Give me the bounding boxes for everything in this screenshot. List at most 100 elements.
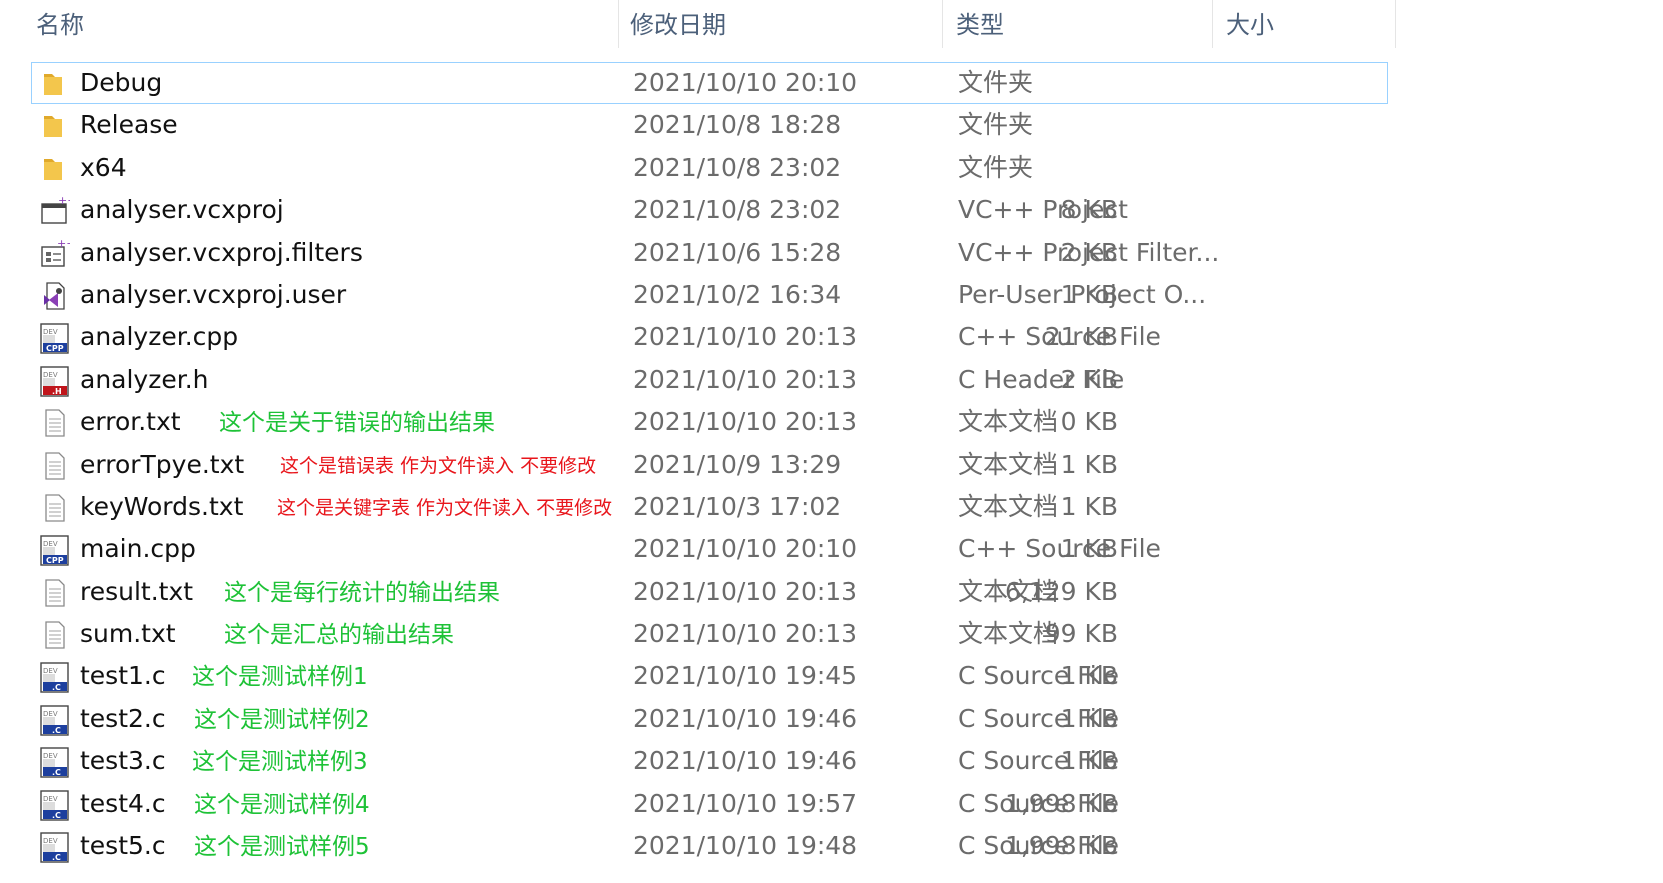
file-modified-date: 2021/10/2 16:34 xyxy=(633,279,842,309)
column-divider[interactable] xyxy=(1395,0,1396,48)
column-modified[interactable]: 修改日期 xyxy=(630,0,726,48)
file-modified-date: 2021/10/10 20:13 xyxy=(633,619,858,649)
file-name[interactable]: analyzer.cpp xyxy=(80,316,238,358)
file-name[interactable]: test4.c xyxy=(80,783,166,825)
svg-text:.C: .C xyxy=(52,768,61,777)
column-divider[interactable] xyxy=(942,0,943,48)
file-name[interactable]: analyser.vcxproj xyxy=(80,189,284,231)
file-row[interactable]: Debug 2021/10/10 20:10 文件夹 xyxy=(0,62,1400,104)
annotation-note: 这个是测试样例1 xyxy=(192,664,368,691)
c-file-icon: DEV .C xyxy=(40,662,70,694)
file-name[interactable]: error.txt xyxy=(80,401,181,443)
svg-text:++: ++ xyxy=(58,196,70,207)
cpp-file-icon: DEV CPP xyxy=(40,535,70,566)
column-type[interactable]: 类型 xyxy=(956,0,1004,48)
file-size: 2 KB xyxy=(1060,364,1118,394)
cpp-file-icon: DEV CPP xyxy=(40,323,70,355)
file-size: 1 KB xyxy=(1060,746,1118,776)
file-type: 文本文档 xyxy=(958,619,1059,649)
svg-text:.C: .C xyxy=(52,853,61,862)
file-row[interactable]: Release 2021/10/8 18:28 文件夹 xyxy=(0,104,1400,146)
file-name[interactable]: test2.c xyxy=(80,698,166,740)
file-modified-date: 2021/10/8 23:02 xyxy=(633,195,842,225)
annotation-note: 这个是汇总的输出结果 xyxy=(224,622,454,649)
file-name[interactable]: analyser.vcxproj.filters xyxy=(80,232,363,274)
file-modified-date: 2021/10/8 18:28 xyxy=(633,110,842,140)
file-list: Debug 2021/10/10 20:10 文件夹 Release 2021/10/8… xyxy=(0,62,1400,867)
svg-text:DEV: DEV xyxy=(43,371,58,379)
file-row[interactable]: error.txt 这个是关于错误的输出结果 2021/10/10 20:13 文本文… xyxy=(0,401,1400,443)
file-row[interactable]: x64 2021/10/8 23:02 文件夹 xyxy=(0,147,1400,189)
svg-text:.C: .C xyxy=(52,726,61,735)
column-name[interactable]: 名称 xyxy=(36,0,84,48)
file-size: 21 KB xyxy=(1044,322,1118,352)
file-type: 文件夹 xyxy=(958,152,1034,182)
file-name[interactable]: analyzer.h xyxy=(80,359,209,401)
svg-text:DEV: DEV xyxy=(43,540,58,548)
file-modified-date: 2021/10/10 20:10 xyxy=(633,534,858,564)
file-modified-date: 2021/10/10 19:45 xyxy=(633,661,858,691)
file-row[interactable]: ++analyser.vcxproj2021/10/8 23:02VC++ Pr… xyxy=(0,189,1400,231)
file-size: 1 KB xyxy=(1060,491,1118,521)
file-row[interactable]: DEV CPP analyzer.cpp 2021/10/10 20:13 C++ So… xyxy=(0,316,1400,358)
file-size: 1 KB xyxy=(1060,279,1118,309)
file-row[interactable]: DEV .C test2.c 这个是测试样例2 2021/10/10 19:46 C So… xyxy=(0,698,1400,740)
svg-text:++: ++ xyxy=(57,239,70,250)
svg-text:DEV: DEV xyxy=(43,752,58,760)
annotation-note: 这个是关键字表 作为文件读入 不要修改 xyxy=(277,496,613,519)
file-name[interactable]: x64 xyxy=(80,147,127,189)
file-row[interactable]: DEV .C test4.c 这个是测试样例4 2021/10/10 19:57 C So… xyxy=(0,783,1400,825)
file-row[interactable]: DEV .H analyzer.h 2021/10/10 20:13 C Header … xyxy=(0,359,1400,401)
annotation-note: 这个是测试样例5 xyxy=(194,834,370,861)
file-name[interactable]: test3.c xyxy=(80,740,166,782)
file-modified-date: 2021/10/10 20:13 xyxy=(633,576,858,606)
text-file-icon xyxy=(40,451,70,481)
file-size: 1 KB xyxy=(1060,534,1118,564)
file-name[interactable]: analyser.vcxproj.user xyxy=(80,274,346,316)
file-name[interactable]: result.txt xyxy=(80,571,193,613)
column-header: 名称 ⌃ 修改日期 类型 大小 xyxy=(0,0,1400,56)
annotation-note: 这个是测试样例2 xyxy=(194,706,370,733)
text-file-icon xyxy=(40,578,70,608)
file-name[interactable]: errorTpye.txt xyxy=(80,444,244,486)
file-row[interactable]: sum.txt 这个是汇总的输出结果 2021/10/10 20:13 文本文档 99 … xyxy=(0,613,1400,655)
column-divider[interactable] xyxy=(618,0,619,48)
file-size: 1 KB xyxy=(1060,449,1118,479)
file-modified-date: 2021/10/10 19:57 xyxy=(633,788,858,818)
file-row[interactable]: DEV .C test1.c 这个是测试样例1 2021/10/10 19:45 C So… xyxy=(0,655,1400,697)
file-row[interactable]: errorTpye.txt 这个是错误表 作为文件读入 不要修改 2021/10/9… xyxy=(0,444,1400,486)
file-name[interactable]: Release xyxy=(80,104,178,146)
file-modified-date: 2021/10/10 20:13 xyxy=(633,407,858,437)
svg-text:.H: .H xyxy=(52,387,62,396)
file-type: 文本文档 xyxy=(958,449,1059,479)
file-name[interactable]: test5.c xyxy=(80,825,166,867)
file-modified-date: 2021/10/8 23:02 xyxy=(633,152,842,182)
file-row[interactable]: analyser.vcxproj.user 2021/10/2 16:34 Per-… xyxy=(0,274,1400,316)
file-name[interactable]: keyWords.txt xyxy=(80,486,243,528)
file-row[interactable]: result.txt 这个是每行统计的输出结果 2021/10/10 20:13 文本… xyxy=(0,571,1400,613)
c-file-icon: DEV .C xyxy=(40,832,70,863)
file-row[interactable]: keyWords.txt 这个是关键字表 作为文件读入 不要修改 2021/10/3… xyxy=(0,486,1400,528)
file-row[interactable]: ++ analyser.vcxproj.filters 2021/10/6 15:2… xyxy=(0,232,1400,274)
svg-text:DEV: DEV xyxy=(43,328,58,336)
file-name[interactable]: sum.txt xyxy=(80,613,176,655)
folder-icon xyxy=(40,69,70,99)
file-type: 文件夹 xyxy=(958,68,1034,97)
file-row[interactable]: DEV CPP main.cpp 2021/10/10 20:10 C++ Source… xyxy=(0,528,1400,570)
file-modified-date: 2021/10/10 20:13 xyxy=(633,322,858,352)
annotation-note: 这个是关于错误的输出结果 xyxy=(219,410,495,437)
file-row[interactable]: DEV .C test5.c 这个是测试样例5 2021/10/10 19:48 C So… xyxy=(0,825,1400,867)
vcxproj-icon: ++ xyxy=(40,196,70,226)
column-size[interactable]: 大小 xyxy=(1226,0,1274,48)
file-row[interactable]: DEV .C test3.c 这个是测试样例3 2021/10/10 19:46 C So… xyxy=(0,740,1400,782)
svg-text:.C: .C xyxy=(52,683,61,692)
file-size: 6,129 KB xyxy=(1004,576,1118,606)
file-name[interactable]: Debug xyxy=(80,62,162,104)
file-name[interactable]: main.cpp xyxy=(80,528,196,570)
file-type: 文本文档 xyxy=(958,407,1059,437)
text-file-icon xyxy=(40,493,70,523)
annotation-note: 这个是每行统计的输出结果 xyxy=(224,579,500,606)
sort-arrow-icon: ⌃ xyxy=(312,0,324,6)
column-divider[interactable] xyxy=(1212,0,1213,48)
file-name[interactable]: test1.c xyxy=(80,655,166,697)
